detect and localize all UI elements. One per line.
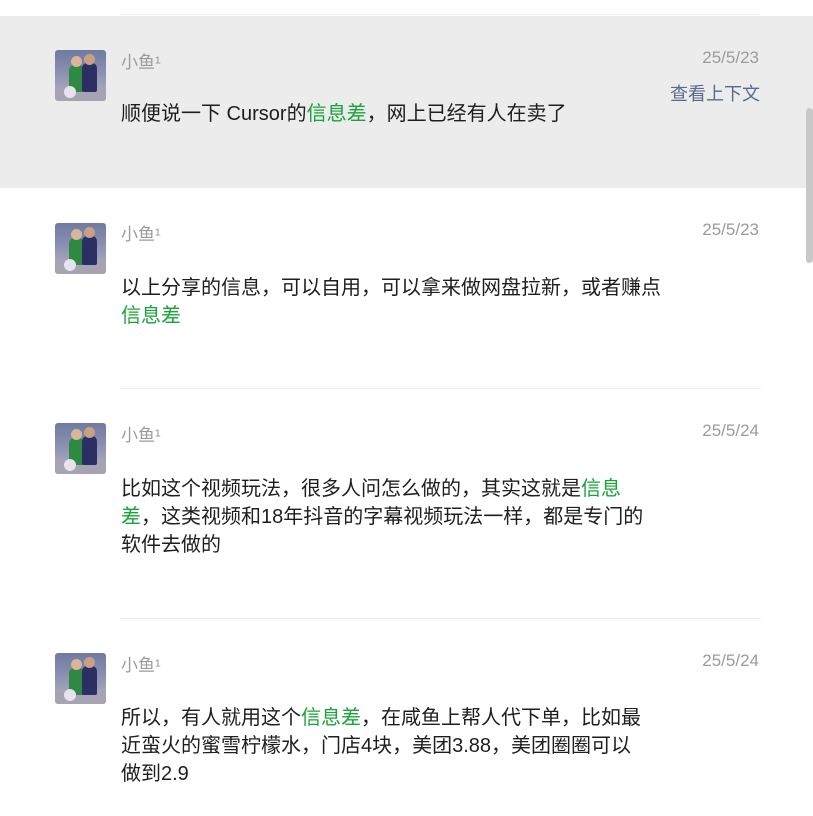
author-name: 小鱼¹ xyxy=(121,426,161,445)
content-text: 以上分享的信息，可以自用，可以拿来做网盘拉新，或者赚点 xyxy=(121,277,661,299)
author-name: 小鱼¹ xyxy=(121,225,161,244)
content-text: ，网上已经有人在卖了 xyxy=(366,103,567,125)
content-text: 所以，有人就用这个 xyxy=(121,707,301,729)
message-date: 25/5/23 xyxy=(702,48,759,67)
content-text: 比如这个视频玩法，很多人问怎么做的，其实这就是 xyxy=(121,478,581,500)
content-text: ，这类视频和18年抖音的字幕视频玩法一样，都是专门的软件去做的 xyxy=(121,506,644,556)
avatar-photo-icon[interactable] xyxy=(55,223,106,274)
highlight-keyword: 信息差 xyxy=(121,305,181,327)
message-row[interactable]: 小鱼¹ 25/5/23 查看上下文 顺便说一下 Cursor的信息差，网上已经有… xyxy=(0,16,813,188)
message-row[interactable]: 小鱼¹ 25/5/24 所以，有人就用这个信息差，在咸鱼上帮人代下单，比如最近蛮… xyxy=(0,619,813,816)
message-date: 25/5/24 xyxy=(702,421,759,440)
author-name: 小鱼¹ xyxy=(121,53,161,72)
view-context-link[interactable]: 查看上下文 xyxy=(670,80,760,106)
author-name: 小鱼¹ xyxy=(121,656,161,675)
avatar-photo-icon[interactable] xyxy=(55,50,106,101)
message-date: 25/5/23 xyxy=(702,220,759,239)
message-content: 所以，有人就用这个信息差，在咸鱼上帮人代下单，比如最近蛮火的蜜雪柠檬水，门店4块… xyxy=(121,704,651,788)
highlight-keyword: 信息差 xyxy=(301,707,361,729)
message-content: 以上分享的信息，可以自用，可以拿来做网盘拉新，或者赚点信息差 xyxy=(121,274,661,330)
vertical-scrollbar[interactable] xyxy=(806,108,813,263)
message-row[interactable]: 小鱼¹ 25/5/24 比如这个视频玩法，很多人问怎么做的，其实这就是信息差，这… xyxy=(0,389,813,618)
message-date: 25/5/24 xyxy=(702,651,759,670)
content-text: 顺便说一下 Cursor的 xyxy=(121,103,307,125)
message-row[interactable]: 小鱼¹ 25/5/23 以上分享的信息，可以自用，可以拿来做网盘拉新，或者赚点信… xyxy=(0,188,813,388)
avatar-photo-icon[interactable] xyxy=(55,653,106,704)
highlight-keyword: 信息差 xyxy=(306,103,367,125)
top-divider xyxy=(120,14,760,15)
message-content: 比如这个视频玩法，很多人问怎么做的，其实这就是信息差，这类视频和18年抖音的字幕… xyxy=(121,475,651,559)
avatar-photo-icon[interactable] xyxy=(55,423,106,474)
message-content: 顺便说一下 Cursor的信息差，网上已经有人在卖了 xyxy=(121,100,661,128)
